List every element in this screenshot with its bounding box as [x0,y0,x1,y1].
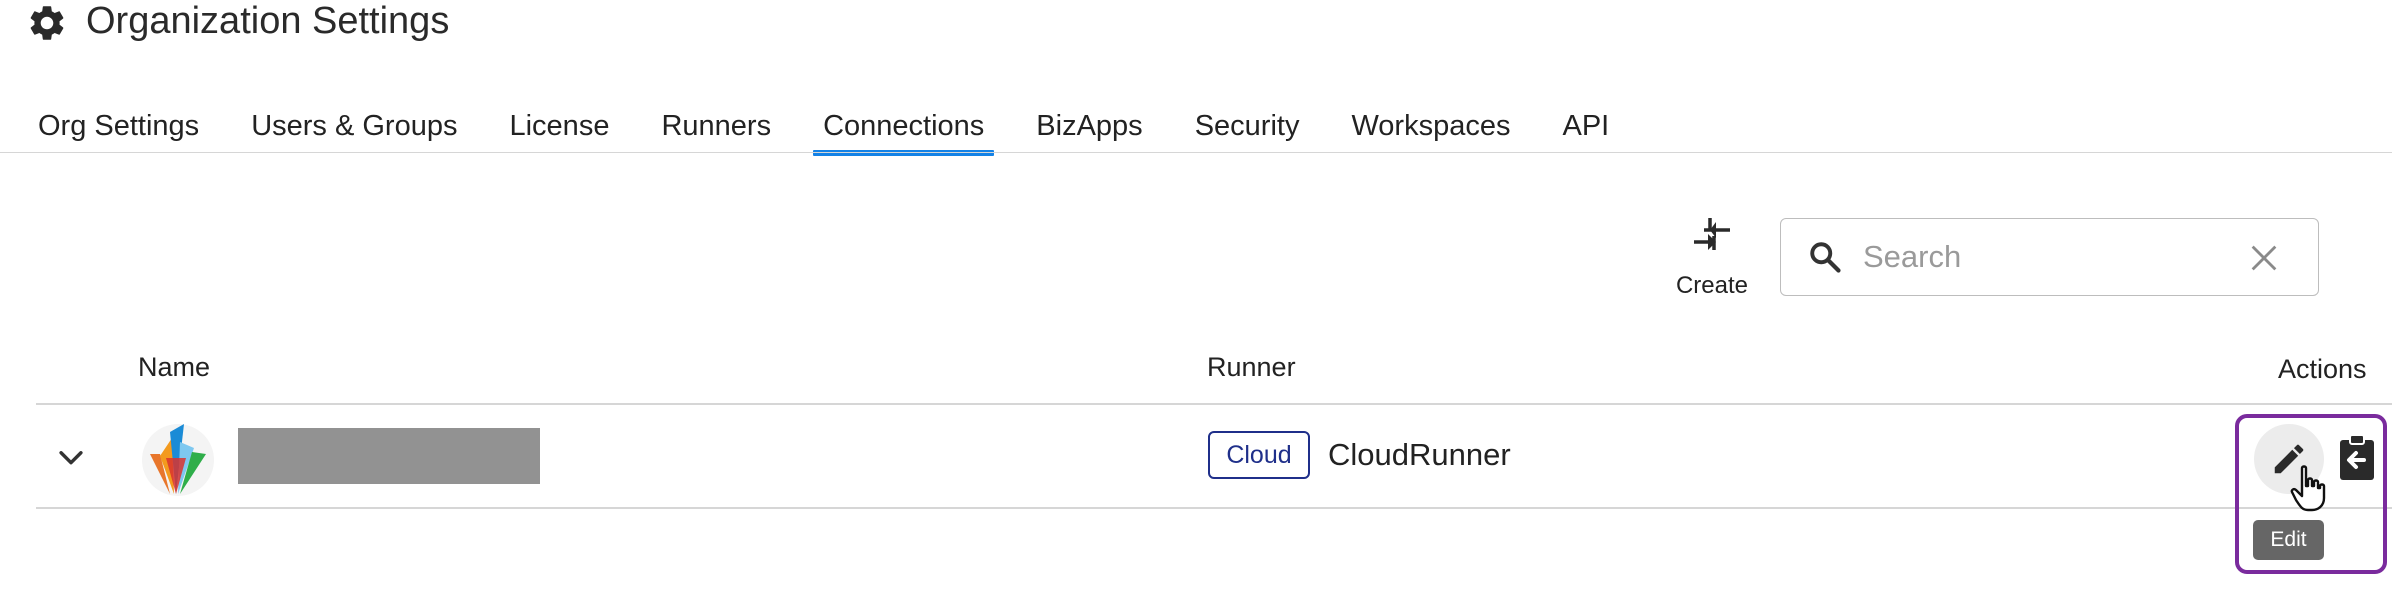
tab-workspaces[interactable]: Workspaces [1351,106,1510,154]
table-row-divider [36,507,2392,509]
tab-connections[interactable]: Connections [813,106,995,156]
tab-runners[interactable]: Runners [661,106,771,154]
column-header-name: Name [138,352,211,382]
edit-tooltip: Edit [2253,520,2324,560]
hand-cursor-icon [2290,465,2326,512]
runner-type-badge: Cloud [1208,431,1310,479]
tab-users-groups[interactable]: Users & Groups [251,106,457,154]
tab-api[interactable]: API [1562,106,1609,154]
tab-license[interactable]: License [509,106,609,154]
connect-arrows-icon [1694,218,1730,250]
tab-security[interactable]: Security [1195,106,1300,154]
tabs-divider [0,152,2392,153]
column-header-runner: Runner [1207,352,1296,382]
table-header-divider [36,403,2392,405]
clipboard-arrow-icon[interactable] [2336,432,2378,482]
search-icon [1810,242,1841,273]
create-label: Create [1675,272,1749,299]
tab-bar: Org Settings Users & Groups License Runn… [38,106,1609,156]
tab-org-settings[interactable]: Org Settings [38,106,199,154]
runner-name: CloudRunner [1328,437,1511,472]
create-button[interactable]: Create [1666,212,1758,308]
gear-icon [30,6,64,40]
search-box [1780,218,2319,296]
search-input[interactable] [1863,233,2223,281]
column-header-actions: Actions [2278,354,2367,384]
redacted-connection-name [238,428,540,484]
app-logo-icon [142,424,214,496]
chevron-down-icon[interactable] [54,440,88,474]
page-title: Organization Settings [86,0,450,42]
tab-bizapps[interactable]: BizApps [1036,106,1142,154]
close-icon[interactable] [2247,241,2281,275]
